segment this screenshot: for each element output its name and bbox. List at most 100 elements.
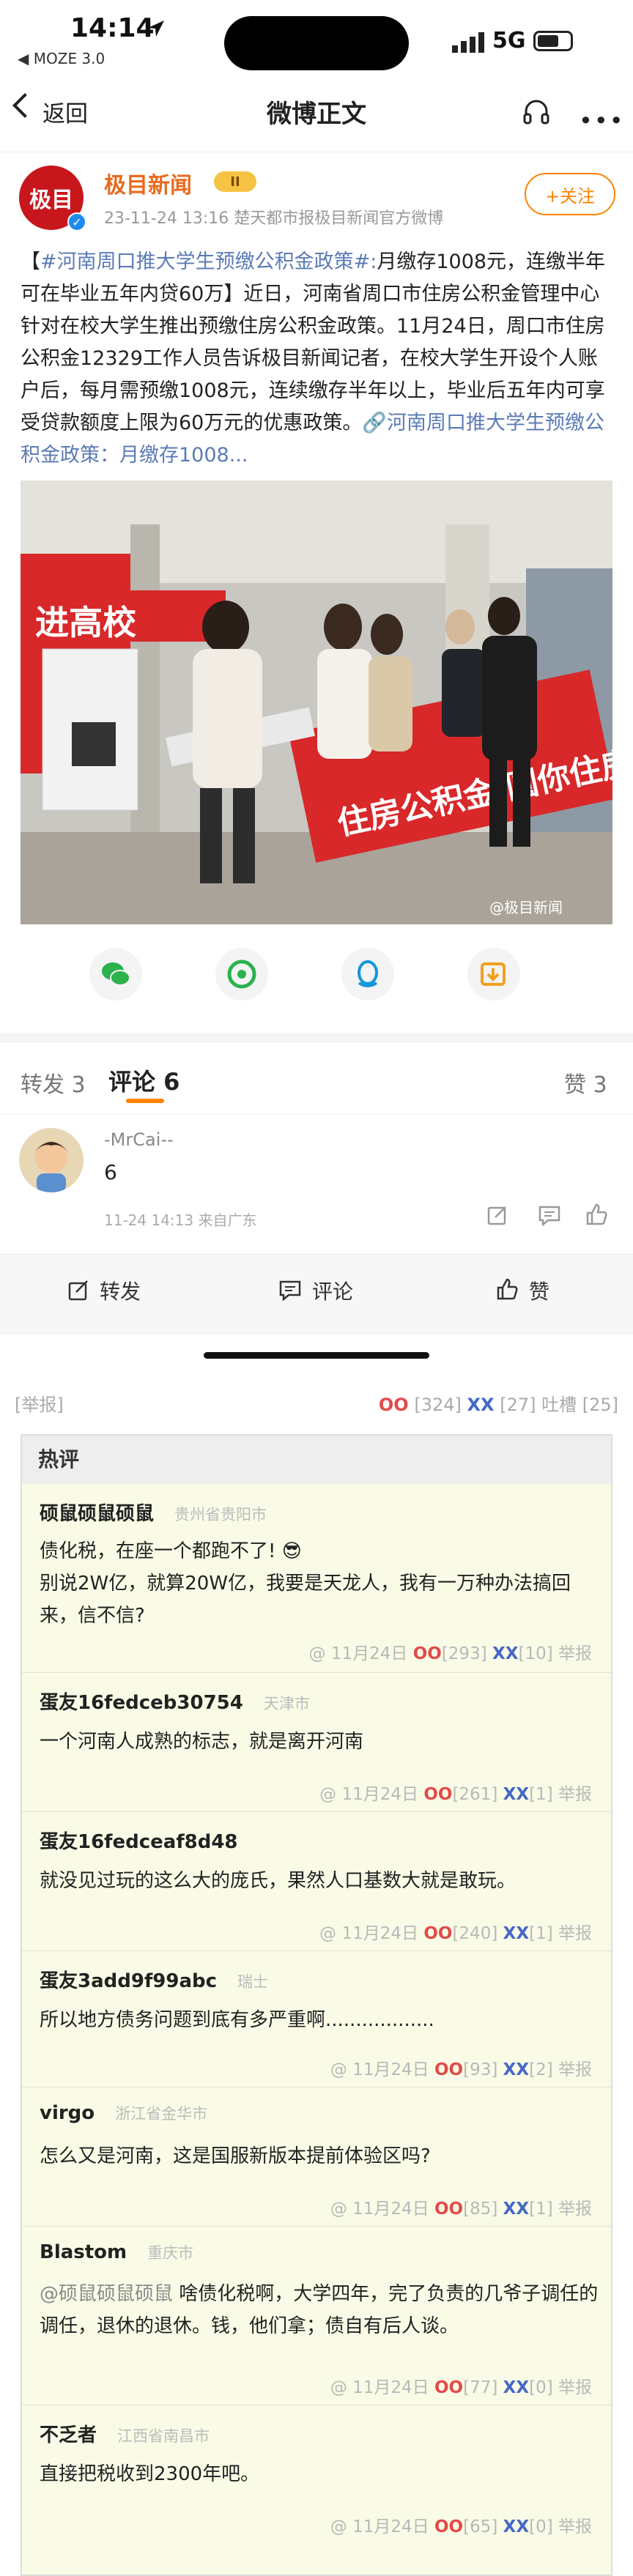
oo-vote[interactable]: OO (434, 2517, 463, 2536)
like-icon[interactable] (495, 1277, 519, 1301)
xx-vote[interactable]: XX (492, 1644, 518, 1663)
comment-text: 就没见过玩的这么大的庞氏，果然人口基数大就是敢玩。 (40, 1870, 517, 1892)
xx-count: [10] (518, 1644, 553, 1663)
report-button[interactable]: 举报 (558, 2200, 592, 2219)
clock-time: 14:14 (70, 13, 155, 43)
author-name[interactable]: 极目新闻 (104, 167, 192, 199)
comment-author[interactable]: virgo (40, 2102, 95, 2124)
comment-button[interactable]: 评论 (312, 1276, 353, 1305)
tab-comments[interactable]: 评论 6 (108, 1064, 179, 1097)
comment-icon[interactable] (278, 1279, 302, 1301)
topic-link[interactable]: #河南周口推大学生预缴公积金政策#: (40, 250, 377, 273)
hot-comment: 硕鼠硕鼠硕鼠 贵州省贵阳市 债化税，在座一个都跑不了! 😎 别说2W亿，就算20W… (22, 1484, 611, 1673)
reply-comment-icon[interactable] (538, 1204, 561, 1226)
oo-vote[interactable]: OO (434, 2378, 463, 2397)
commenter-avatar[interactable] (19, 1128, 84, 1192)
report-button[interactable]: 举报 (558, 1644, 592, 1663)
oo-vote[interactable]: OO (423, 1924, 452, 1943)
oo-count: [324] (414, 1395, 462, 1415)
comment-date: @ 11月24日 (330, 2378, 429, 2397)
hot-comment: virgo 浙江省金华市 怎么又是河南，这是国服新版本提前体验区吗? @ 11月2… (22, 2087, 611, 2227)
hot-comments-box: 热评 硕鼠硕鼠硕鼠 贵州省贵阳市 债化税，在座一个都跑不了! 😎 别说2W亿，就算… (21, 1434, 612, 2576)
report-button[interactable]: 举报 (558, 2517, 592, 2536)
like-button[interactable]: 赞 (529, 1276, 549, 1305)
comment-footer: @ 11月24日 OO[65] XX[0] 举报 (330, 2512, 592, 2537)
oo-count: [261] (452, 1785, 498, 1804)
oo-vote[interactable]: OO (434, 2060, 463, 2079)
xx-vote[interactable]: XX (503, 1924, 529, 1943)
comment-text: 怎么又是河南，这是国服新版本提前体验区吗? (40, 2145, 431, 2167)
tab-likes[interactable]: 赞 3 (564, 1066, 607, 1099)
xx-vote[interactable]: XX (503, 2517, 529, 2536)
headphone-icon[interactable] (522, 97, 551, 126)
comment-text: 债化税，在座一个都跑不了! 😎 (40, 1540, 302, 1562)
comment-location: 瑞士 (237, 1973, 269, 1991)
report-button[interactable]: 举报 (558, 1785, 592, 1804)
comment-text: 直接把税收到2300年吧。 (40, 2463, 260, 2485)
section-divider (0, 1033, 633, 1043)
comment-author[interactable]: 硕鼠硕鼠硕鼠 (40, 1503, 154, 1525)
comment-location: 贵州省贵阳市 (174, 1506, 267, 1523)
report-button[interactable]: 举报 (558, 2060, 592, 2079)
xx-vote[interactable]: XX (503, 1785, 529, 1804)
moments-icon (227, 959, 256, 989)
xx-count: [27] (500, 1395, 536, 1415)
report-button[interactable]: 举报 (558, 2378, 592, 2397)
comment-meta: 11-24 14:13 来自广东 (104, 1211, 257, 1229)
oo-count: [77] (463, 2378, 498, 2397)
edit-share-icon[interactable] (486, 1204, 508, 1226)
comment-footer: @ 11月24日 OO[85] XX[1] 举报 (330, 2194, 592, 2219)
photo-scene-illustration: 进高校 住房公积金 圆你住房梦 @极目新闻 (21, 480, 612, 924)
comment-location: 浙江省金华市 (115, 2105, 208, 2123)
oo-count: [293] (441, 1644, 487, 1663)
oo-vote[interactable]: OO (413, 1644, 442, 1663)
like-comment-icon[interactable] (585, 1203, 608, 1226)
save-image-button[interactable] (467, 948, 520, 1001)
more-options-icon[interactable]: ••• (579, 107, 625, 135)
wechat-share-button[interactable] (89, 948, 142, 1001)
repost-icon[interactable] (67, 1279, 89, 1301)
moments-share-button[interactable] (215, 948, 268, 1001)
verified-badge-icon: ✓ (67, 212, 86, 231)
xx-count: [2] (529, 2060, 553, 2079)
comment-author[interactable]: 蛋友3add9f99abc (40, 1970, 217, 1992)
xx-vote[interactable]: XX (503, 2378, 529, 2397)
comment-date: @ 11月24日 (330, 2060, 429, 2079)
comment-author[interactable]: Blastom (40, 2241, 127, 2263)
xx-vote[interactable]: XX (503, 2200, 529, 2219)
comment-footer: @ 11月24日 OO[261] XX[1] 举报 (319, 1780, 592, 1805)
hot-comment: 蛋友16fedceb30754 天津市 一个河南人成熟的标志，就是离开河南 @ 1… (22, 1673, 611, 1812)
comment-author[interactable]: 不乏者 (40, 2424, 97, 2446)
commenter-name[interactable]: -MrCai-- (104, 1129, 174, 1150)
xx-vote[interactable]: XX (467, 1395, 495, 1415)
comment-footer: @ 11月24日 OO[77] XX[0] 举报 (330, 2373, 592, 2398)
repost-button[interactable]: 转发 (100, 1276, 141, 1305)
location-arrow-icon (148, 21, 164, 37)
qq-share-button[interactable] (341, 948, 394, 1001)
post-photo[interactable]: 进高校 住房公积金 圆你住房梦 @极目新闻 (21, 480, 612, 924)
comment-author[interactable]: 蛋友16fedceb30754 (40, 1692, 243, 1714)
oo-vote[interactable]: OO (434, 2200, 463, 2219)
oo-vote[interactable]: OO (423, 1785, 452, 1804)
xx-vote[interactable]: XX (503, 2060, 529, 2079)
mention-link[interactable]: @硕鼠硕鼠硕鼠 (40, 2283, 173, 2305)
comment-author[interactable]: 蛋友16fedceaf8d48 (40, 1831, 238, 1853)
comment-text-continued: 别说2W亿，就算20W亿，我要是天龙人，我有一万种办法搞回来，信不信? (40, 1573, 571, 1627)
post-text: 月缴存1008元，连缴半年可在毕业五年内贷60万】近日，河南省周口市住房公积金管… (21, 250, 606, 434)
tucao-link[interactable]: 吐槽 [25] (541, 1395, 618, 1415)
cartoon-avatar-icon (34, 1141, 69, 1192)
network-type: 5G (492, 28, 526, 53)
back-to-app-label[interactable]: ◀ MOZE 3.0 (18, 50, 105, 67)
comment-text: 一个河南人成熟的标志，就是离开河南 (40, 1731, 364, 1753)
xx-count: [1] (529, 2200, 553, 2219)
comment-location: 天津市 (263, 1695, 310, 1712)
oo-vote[interactable]: OO (379, 1395, 409, 1415)
download-image-icon (481, 962, 506, 986)
banner-text-left: 进高校 (35, 603, 136, 642)
follow-button[interactable]: +关注 (525, 173, 615, 215)
report-button[interactable]: 举报 (558, 1924, 592, 1943)
comment-text: 所以地方债务问题到底有多严重啊.................. (40, 2009, 434, 2031)
qq-icon (358, 960, 378, 987)
tab-reposts[interactable]: 转发 3 (21, 1066, 86, 1099)
hot-comment: 蛋友3add9f99abc 瑞士 所以地方债务问题到底有多严重啊.........… (22, 1951, 611, 2087)
